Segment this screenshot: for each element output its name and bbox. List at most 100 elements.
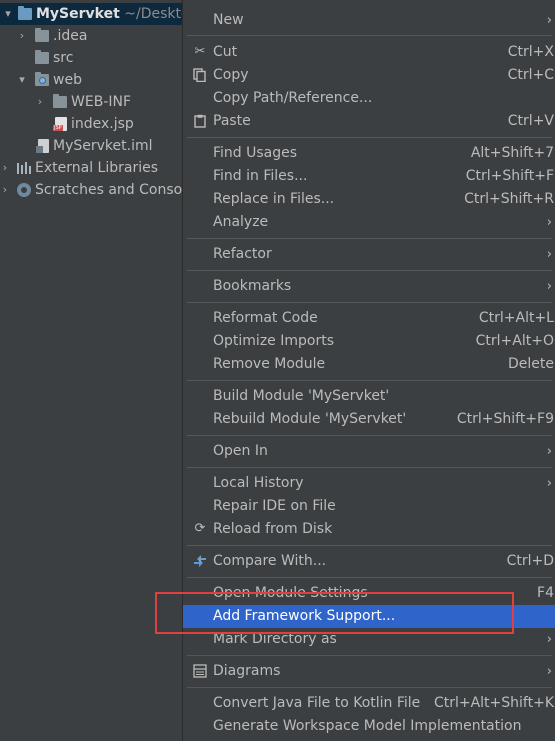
submenu-arrow-icon: › xyxy=(546,279,552,294)
submenu-arrow-icon: › xyxy=(546,247,552,262)
chevron-down-icon[interactable]: ▾ xyxy=(2,3,14,25)
menu-item-open-module-settings[interactable]: Open Module Settings F4 xyxy=(183,582,555,605)
menu-item-shortcut: Ctrl+C xyxy=(507,67,554,83)
menu-item-add-framework-support[interactable]: Add Framework Support... xyxy=(183,605,555,628)
menu-separator xyxy=(187,545,552,546)
menu-separator xyxy=(187,435,552,436)
context-menu: New › ✂ Cut Ctrl+X Copy Ctrl+C Copy Path… xyxy=(182,0,555,741)
menu-item-convert-to-kotlin[interactable]: Convert Java File to Kotlin File Ctrl+Al… xyxy=(183,692,555,715)
menu-item-cut[interactable]: ✂ Cut Ctrl+X xyxy=(183,41,555,64)
menu-item-analyze[interactable]: Analyze › xyxy=(183,211,555,234)
menu-item-new[interactable]: New › xyxy=(183,9,555,32)
menu-separator xyxy=(187,137,552,138)
submenu-arrow-icon: › xyxy=(546,632,552,647)
scissors-icon: ✂ xyxy=(194,44,206,59)
paste-icon xyxy=(193,114,207,128)
menu-separator xyxy=(187,687,552,688)
chevron-right-icon[interactable]: › xyxy=(34,91,46,113)
menu-item-optimize-imports[interactable]: Optimize Imports Ctrl+Alt+O xyxy=(183,330,555,353)
menu-separator xyxy=(187,302,552,303)
menu-item-label: Remove Module xyxy=(213,356,326,372)
submenu-arrow-icon: › xyxy=(546,476,552,491)
chevron-down-icon[interactable]: ▾ xyxy=(16,69,28,91)
menu-separator xyxy=(187,655,552,656)
menu-separator xyxy=(187,577,552,578)
menu-item-paste[interactable]: Paste Ctrl+V xyxy=(183,110,555,133)
menu-item-label: Bookmarks xyxy=(213,278,292,294)
chevron-right-icon[interactable]: › xyxy=(0,157,11,179)
menu-item-shortcut: Delete xyxy=(508,356,554,372)
menu-item-label: Convert Java File to Kotlin File xyxy=(213,695,421,711)
menu-item-label: Copy xyxy=(213,67,249,83)
tree-item-label: WEB-INF xyxy=(71,94,131,110)
menu-item-shortcut: Ctrl+Shift+F xyxy=(465,168,554,184)
menu-item-label: Rebuild Module 'MyServket' xyxy=(213,411,407,427)
menu-item-copy-path[interactable]: Copy Path/Reference... xyxy=(183,87,555,110)
tree-item-label: .idea xyxy=(53,28,88,44)
chevron-right-icon[interactable]: › xyxy=(0,179,11,201)
menu-item-label: Build Module 'MyServket' xyxy=(213,388,390,404)
module-file-icon xyxy=(36,139,49,153)
menu-item-repair-ide[interactable]: Repair IDE on File xyxy=(183,495,555,518)
menu-item-diagrams[interactable]: Diagrams › xyxy=(183,660,555,683)
menu-item-shortcut: Alt+Shift+7 xyxy=(470,145,554,161)
compare-icon xyxy=(193,554,207,568)
menu-item-label: Add Framework Support... xyxy=(213,608,396,624)
menu-item-build-module[interactable]: Build Module 'MyServket' xyxy=(183,385,555,408)
menu-item-replace-in-files[interactable]: Replace in Files... Ctrl+Shift+R xyxy=(183,188,555,211)
menu-item-label: Optimize Imports xyxy=(213,333,334,349)
jsp-file-icon: JSP xyxy=(53,117,67,131)
menu-item-local-history[interactable]: Local History › xyxy=(183,472,555,495)
menu-item-mark-directory-as[interactable]: Mark Directory as › xyxy=(183,628,555,651)
menu-item-shortcut: Ctrl+Alt+L xyxy=(478,310,554,326)
menu-item-label: Local History xyxy=(213,475,304,491)
project-tree: ▾ MyServket ~/Desktop › .idea src ▾ web … xyxy=(0,0,182,741)
menu-separator xyxy=(187,35,552,36)
menu-item-remove-module[interactable]: Remove Module Delete xyxy=(183,353,555,376)
menu-item-label: Find Usages xyxy=(213,145,298,161)
menu-item-shortcut: Ctrl+Shift+R xyxy=(464,191,554,207)
libraries-icon xyxy=(17,162,31,174)
menu-item-shortcut: Ctrl+D xyxy=(506,553,554,569)
menu-item-shortcut: Ctrl+V xyxy=(507,113,554,129)
tree-item-label: Scratches and Consoles xyxy=(35,182,182,198)
module-folder-icon xyxy=(18,6,32,20)
menu-item-find-usages[interactable]: Find Usages Alt+Shift+7 xyxy=(183,142,555,165)
menu-item-shortcut: Ctrl+Shift+F9 xyxy=(456,411,554,427)
menu-item-reload-from-disk[interactable]: ⟳ Reload from Disk xyxy=(183,518,555,541)
menu-item-label: Replace in Files... xyxy=(213,191,335,207)
menu-item-label: Analyze xyxy=(213,214,269,230)
root-module-name: MyServket xyxy=(36,6,120,22)
submenu-arrow-icon: › xyxy=(546,444,552,459)
menu-item-label: Cut xyxy=(213,44,238,60)
menu-item-label: New xyxy=(213,12,244,28)
folder-icon xyxy=(35,28,49,42)
tree-root-row[interactable]: ▾ MyServket ~/Desktop xyxy=(0,3,182,25)
menu-item-reformat-code[interactable]: Reformat Code Ctrl+Alt+L xyxy=(183,307,555,330)
menu-item-rebuild-module[interactable]: Rebuild Module 'MyServket' Ctrl+Shift+F9 xyxy=(183,408,555,431)
menu-item-label: Paste xyxy=(213,113,251,129)
menu-separator xyxy=(187,467,552,468)
web-folder-icon xyxy=(35,72,49,86)
menu-item-open-in[interactable]: Open In › xyxy=(183,440,555,463)
menu-item-label: Repair IDE on File xyxy=(213,498,336,514)
menu-item-generate-workspace-model[interactable]: Generate Workspace Model Implementation xyxy=(183,715,555,738)
folder-icon xyxy=(53,94,67,108)
menu-separator xyxy=(187,270,552,271)
menu-item-copy[interactable]: Copy Ctrl+C xyxy=(183,64,555,87)
folder-icon xyxy=(35,50,49,64)
menu-item-find-in-files[interactable]: Find in Files... Ctrl+Shift+F xyxy=(183,165,555,188)
tree-item-label: web xyxy=(53,72,82,88)
menu-item-label: Copy Path/Reference... xyxy=(213,90,373,106)
menu-item-refactor[interactable]: Refactor › xyxy=(183,243,555,266)
menu-item-shortcut: Ctrl+X xyxy=(507,44,554,60)
copy-icon xyxy=(193,68,207,83)
diagram-icon xyxy=(193,664,207,678)
menu-item-bookmarks[interactable]: Bookmarks › xyxy=(183,275,555,298)
chevron-right-icon[interactable]: › xyxy=(16,25,28,47)
menu-item-compare-with[interactable]: Compare With... Ctrl+D xyxy=(183,550,555,573)
menu-item-label: Compare With... xyxy=(213,553,327,569)
tree-item-label: MyServket.iml xyxy=(53,138,153,154)
tree-item-label: index.jsp xyxy=(71,116,134,132)
root-module-path: ~/Desktop xyxy=(124,6,182,22)
